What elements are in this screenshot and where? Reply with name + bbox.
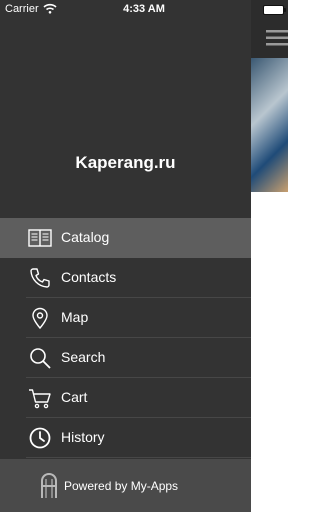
- menu-item-label: Catalog: [61, 229, 110, 245]
- menu-item-history[interactable]: History: [26, 418, 251, 458]
- app-title: Kaperang.ru: [75, 153, 176, 172]
- book-icon: [28, 229, 52, 247]
- phone-icon: [30, 268, 50, 288]
- powered-by-footer[interactable]: Powered by My-Apps: [0, 459, 251, 512]
- map-pin-icon: [32, 307, 48, 330]
- menu-item-contacts[interactable]: Contacts: [26, 258, 251, 298]
- menu-item-cart[interactable]: Cart: [26, 378, 251, 418]
- powered-by-label: Powered by My-Apps: [64, 479, 179, 493]
- drawer-menu: Catalog Contacts Map Search Cart History: [0, 218, 251, 458]
- drawer-header: Kaperang.ru: [0, 0, 251, 217]
- battery-icon: [263, 5, 286, 15]
- menu-item-catalog[interactable]: Catalog: [0, 218, 251, 258]
- menu-item-search[interactable]: Search: [26, 338, 251, 378]
- menu-item-map[interactable]: Map: [26, 298, 251, 338]
- menu-item-label: Contacts: [61, 269, 117, 285]
- search-icon: [30, 348, 51, 369]
- menu-item-label: Cart: [61, 389, 88, 405]
- status-bar: Carrier 4:33 AM: [0, 0, 288, 20]
- my-apps-logo-icon: [41, 473, 57, 498]
- menu-item-label: Map: [61, 309, 89, 325]
- hamburger-menu-icon[interactable]: [266, 30, 288, 46]
- clock-icon: [29, 427, 51, 449]
- side-drawer: Kaperang.ru Catalog Contacts Map Search …: [0, 0, 251, 512]
- menu-item-label: History: [61, 429, 105, 445]
- status-time: 4:33 AM: [123, 3, 165, 15]
- main-content-peek[interactable]: [251, 0, 288, 512]
- menu-item-label: Search: [61, 349, 106, 365]
- banner-image: [251, 58, 288, 192]
- cart-icon: [29, 389, 51, 409]
